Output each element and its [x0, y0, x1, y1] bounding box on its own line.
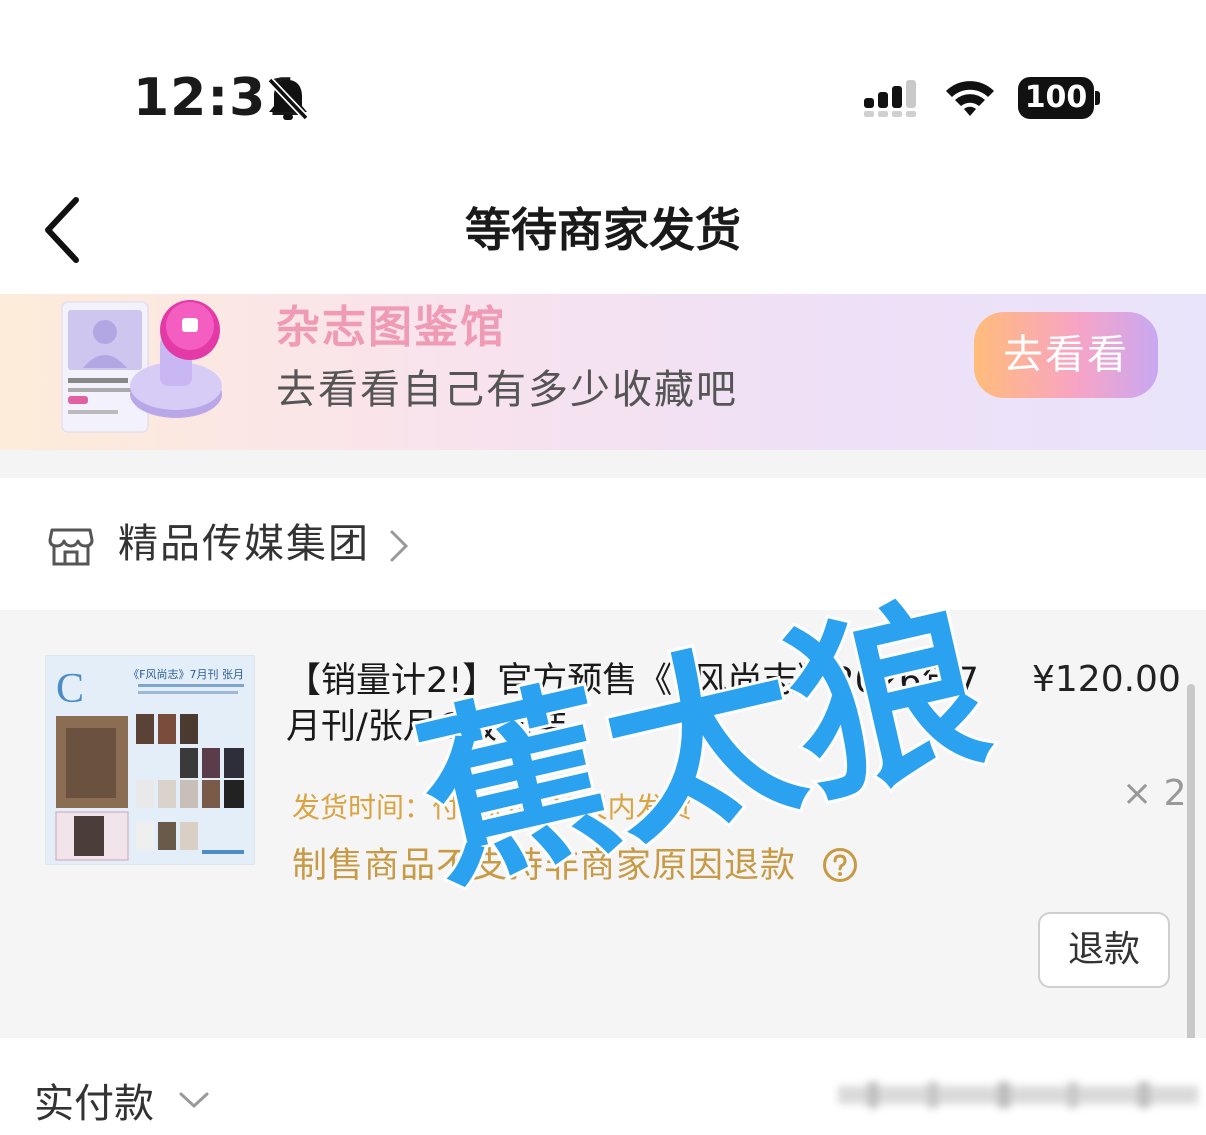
bell-off-icon	[267, 77, 309, 121]
battery-level: 100	[1018, 77, 1094, 119]
product-thumbnail[interactable]: C 《F风尚志》7月刊 张月	[45, 655, 255, 865]
shop-row[interactable]: 精品传媒集团	[0, 478, 1206, 610]
shop-icon	[48, 528, 94, 566]
nav-bar: 等待商家发货	[0, 170, 1206, 290]
banner-title: 杂志图鉴馆	[276, 302, 506, 353]
order-detail-screen: 12:31 100 等待商家发货 杂志图鉴馆 去看看自己有多少收藏吧 去看看 精…	[0, 0, 1206, 1135]
banner-subtitle: 去看看自己有多少收藏吧	[276, 367, 738, 413]
signal-icon	[864, 80, 916, 117]
product-thumbnail-art: C 《F风尚志》7月刊 张月	[46, 656, 254, 864]
thumb-letter: C	[56, 666, 84, 712]
status-bar: 12:31 100	[0, 0, 1206, 150]
shop-name: 精品传媒集团	[118, 521, 370, 567]
chevron-right-icon	[390, 530, 409, 562]
refund-button[interactable]: 退款	[1038, 912, 1170, 988]
paid-amount-label[interactable]: 实付款	[34, 1078, 154, 1130]
refund-policy-notice: 制售商品不支持非商家原因退款	[292, 846, 797, 886]
battery-icon: 100	[1018, 77, 1100, 119]
stamp-illustration	[61, 300, 222, 433]
banner-go-button[interactable]: 去看看	[974, 312, 1158, 398]
page-title: 等待商家发货	[465, 203, 741, 257]
product-quantity: × 2	[1122, 773, 1187, 814]
battery-tip	[1095, 91, 1100, 105]
wifi-icon	[946, 81, 994, 116]
product-title[interactable]: 【销量计2!】官方预售《F风尚志》2026年7月刊/张月C版套装	[286, 658, 1006, 750]
product-price: ¥120.00	[1032, 659, 1181, 700]
product-card[interactable]: C 《F风尚志》7月刊 张月 【销量计2!】官方预售《F风尚志》2026年7月刊…	[0, 610, 1206, 1038]
promo-banner[interactable]: 杂志图鉴馆 去看看自己有多少收藏吧 去看看	[0, 294, 1206, 450]
blurred-amount	[838, 1082, 1198, 1108]
chevron-down-icon[interactable]	[178, 1090, 210, 1112]
section-divider	[0, 450, 1206, 478]
help-circle-icon[interactable]	[822, 847, 858, 883]
ship-time: 发货时间：付款后约30天内发货	[292, 791, 692, 824]
thumb-caption: 《F风尚志》7月刊 张月	[128, 667, 244, 681]
